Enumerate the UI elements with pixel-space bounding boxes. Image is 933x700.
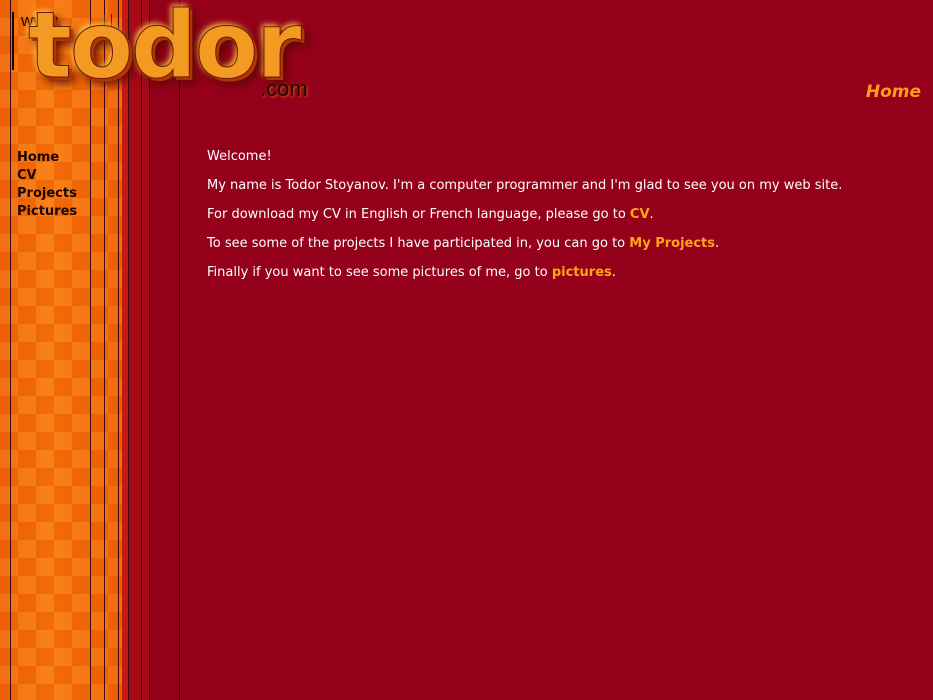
period: .	[715, 236, 720, 251]
projects-paragraph: To see some of the projects I have parti…	[207, 235, 907, 252]
period: .	[611, 265, 616, 280]
main-content: Welcome! My name is Todor Stoyanov. I'm …	[207, 148, 907, 293]
projects-link[interactable]: My Projects	[629, 236, 715, 251]
logo-name: todor	[28, 0, 303, 100]
page-title: Home	[865, 82, 921, 102]
welcome-text: Welcome!	[207, 148, 907, 165]
cv-paragraph: For download my CV in English or French …	[207, 206, 907, 223]
cv-text: For download my CV in English or French …	[207, 207, 630, 222]
logo-bar	[12, 12, 14, 70]
welcome-label: Welcome!	[207, 149, 272, 164]
pictures-link[interactable]: pictures	[552, 265, 612, 280]
pictures-text: Finally if you want to see some pictures…	[207, 265, 552, 280]
intro-label: My name is Todor Stoyanov. I'm a compute…	[207, 178, 843, 193]
page: www. todor .com Home Home CV Projects Pi…	[0, 0, 933, 700]
logo-tld: .com	[260, 76, 308, 101]
nav-item-home[interactable]: Home	[17, 149, 77, 167]
nav-item-pictures[interactable]: Pictures	[17, 203, 77, 221]
projects-text: To see some of the projects I have parti…	[207, 236, 630, 251]
pictures-paragraph: Finally if you want to see some pictures…	[207, 264, 907, 281]
nav-item-cv[interactable]: CV	[17, 167, 77, 185]
period: .	[649, 207, 654, 222]
intro-text: My name is Todor Stoyanov. I'm a compute…	[207, 177, 907, 194]
sidebar-stripe	[10, 0, 11, 700]
sidebar-nav: Home CV Projects Pictures	[17, 149, 77, 221]
site-logo[interactable]: www. todor .com	[12, 0, 342, 116]
nav-item-projects[interactable]: Projects	[17, 185, 77, 203]
cv-link[interactable]: CV	[630, 207, 650, 222]
